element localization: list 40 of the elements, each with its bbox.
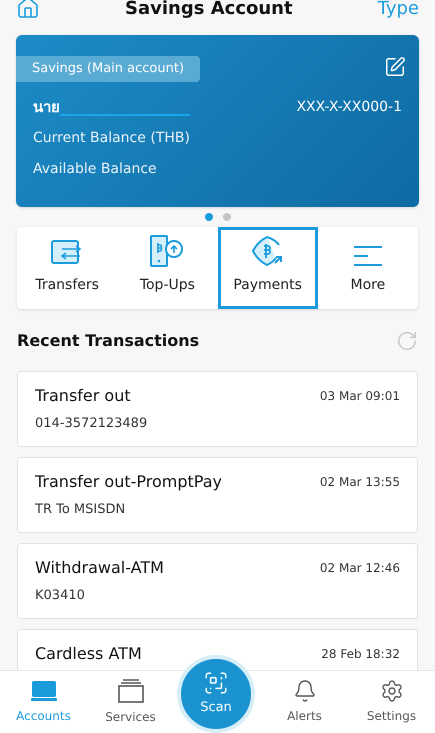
transaction-card[interactable]: Transfer out-PromptPay 02 Mar 13:55 TR To MSISDN [17, 457, 418, 533]
transaction-title: Transfer out [35, 385, 131, 407]
phone-upload-icon [149, 235, 186, 267]
page-title: Savings Account [125, 0, 293, 20]
transaction-card[interactable]: Transfer out 03 Mar 09:01 014-3572123489 [17, 371, 418, 447]
transaction-time: 02 Mar 13:55 [320, 474, 400, 491]
transaction-card[interactable]: Withdrawal-ATM 02 Mar 12:46 K03410 [17, 543, 418, 619]
transaction-time: 28 Feb 18:32 [321, 646, 400, 663]
transaction-detail: TR To MSISDN [35, 501, 126, 519]
account-type-tag: Savings (Main account) [16, 56, 200, 82]
name-prefix: นาย [33, 96, 60, 118]
nav-tab[interactable]: Settings [348, 671, 435, 733]
account-card[interactable]: Savings (Main account) นาย XXX-X-XX000-1 Current Balance (THB) Available Balance [16, 35, 419, 207]
home-icon[interactable] [16, 0, 40, 20]
nav-tab[interactable]: Services [87, 671, 174, 733]
transaction-time: 03 Mar 09:01 [320, 388, 400, 405]
edit-icon[interactable] [384, 56, 406, 78]
refresh-icon[interactable] [396, 330, 418, 352]
quick-action[interactable]: Payments [218, 227, 318, 309]
balance-label: Current Balance (THB) [32, 129, 191, 148]
transaction-title: Cardless ATM [35, 643, 142, 665]
bell-icon [292, 679, 316, 703]
coin-arrow-icon [250, 235, 285, 267]
settings-icon [380, 679, 404, 703]
transaction-time: 02 Mar 12:46 [320, 560, 400, 577]
stack-icon [116, 678, 144, 704]
quick-action[interactable]: Transfers [17, 227, 118, 309]
transaction-title: Withdrawal-ATM [35, 557, 164, 579]
section-title: Recent Transactions [17, 330, 200, 352]
transaction-detail: 014-3572123489 [35, 415, 148, 433]
account-number: XXX-X-XX000-1 [296, 98, 402, 117]
menu-icon [352, 245, 383, 267]
transaction-title: Transfer out-PromptPay [35, 471, 222, 493]
transaction-card[interactable]: Cardless ATM 28 Feb 18:32 [17, 629, 418, 670]
quick-action[interactable]: Top-Ups [117, 227, 218, 309]
balance-label: Available Balance [32, 160, 158, 179]
scan-icon [203, 670, 229, 696]
transaction-detail: K03410 [35, 587, 86, 605]
quick-action[interactable]: More [318, 227, 418, 309]
nav-tab[interactable]: Alerts [261, 671, 348, 733]
